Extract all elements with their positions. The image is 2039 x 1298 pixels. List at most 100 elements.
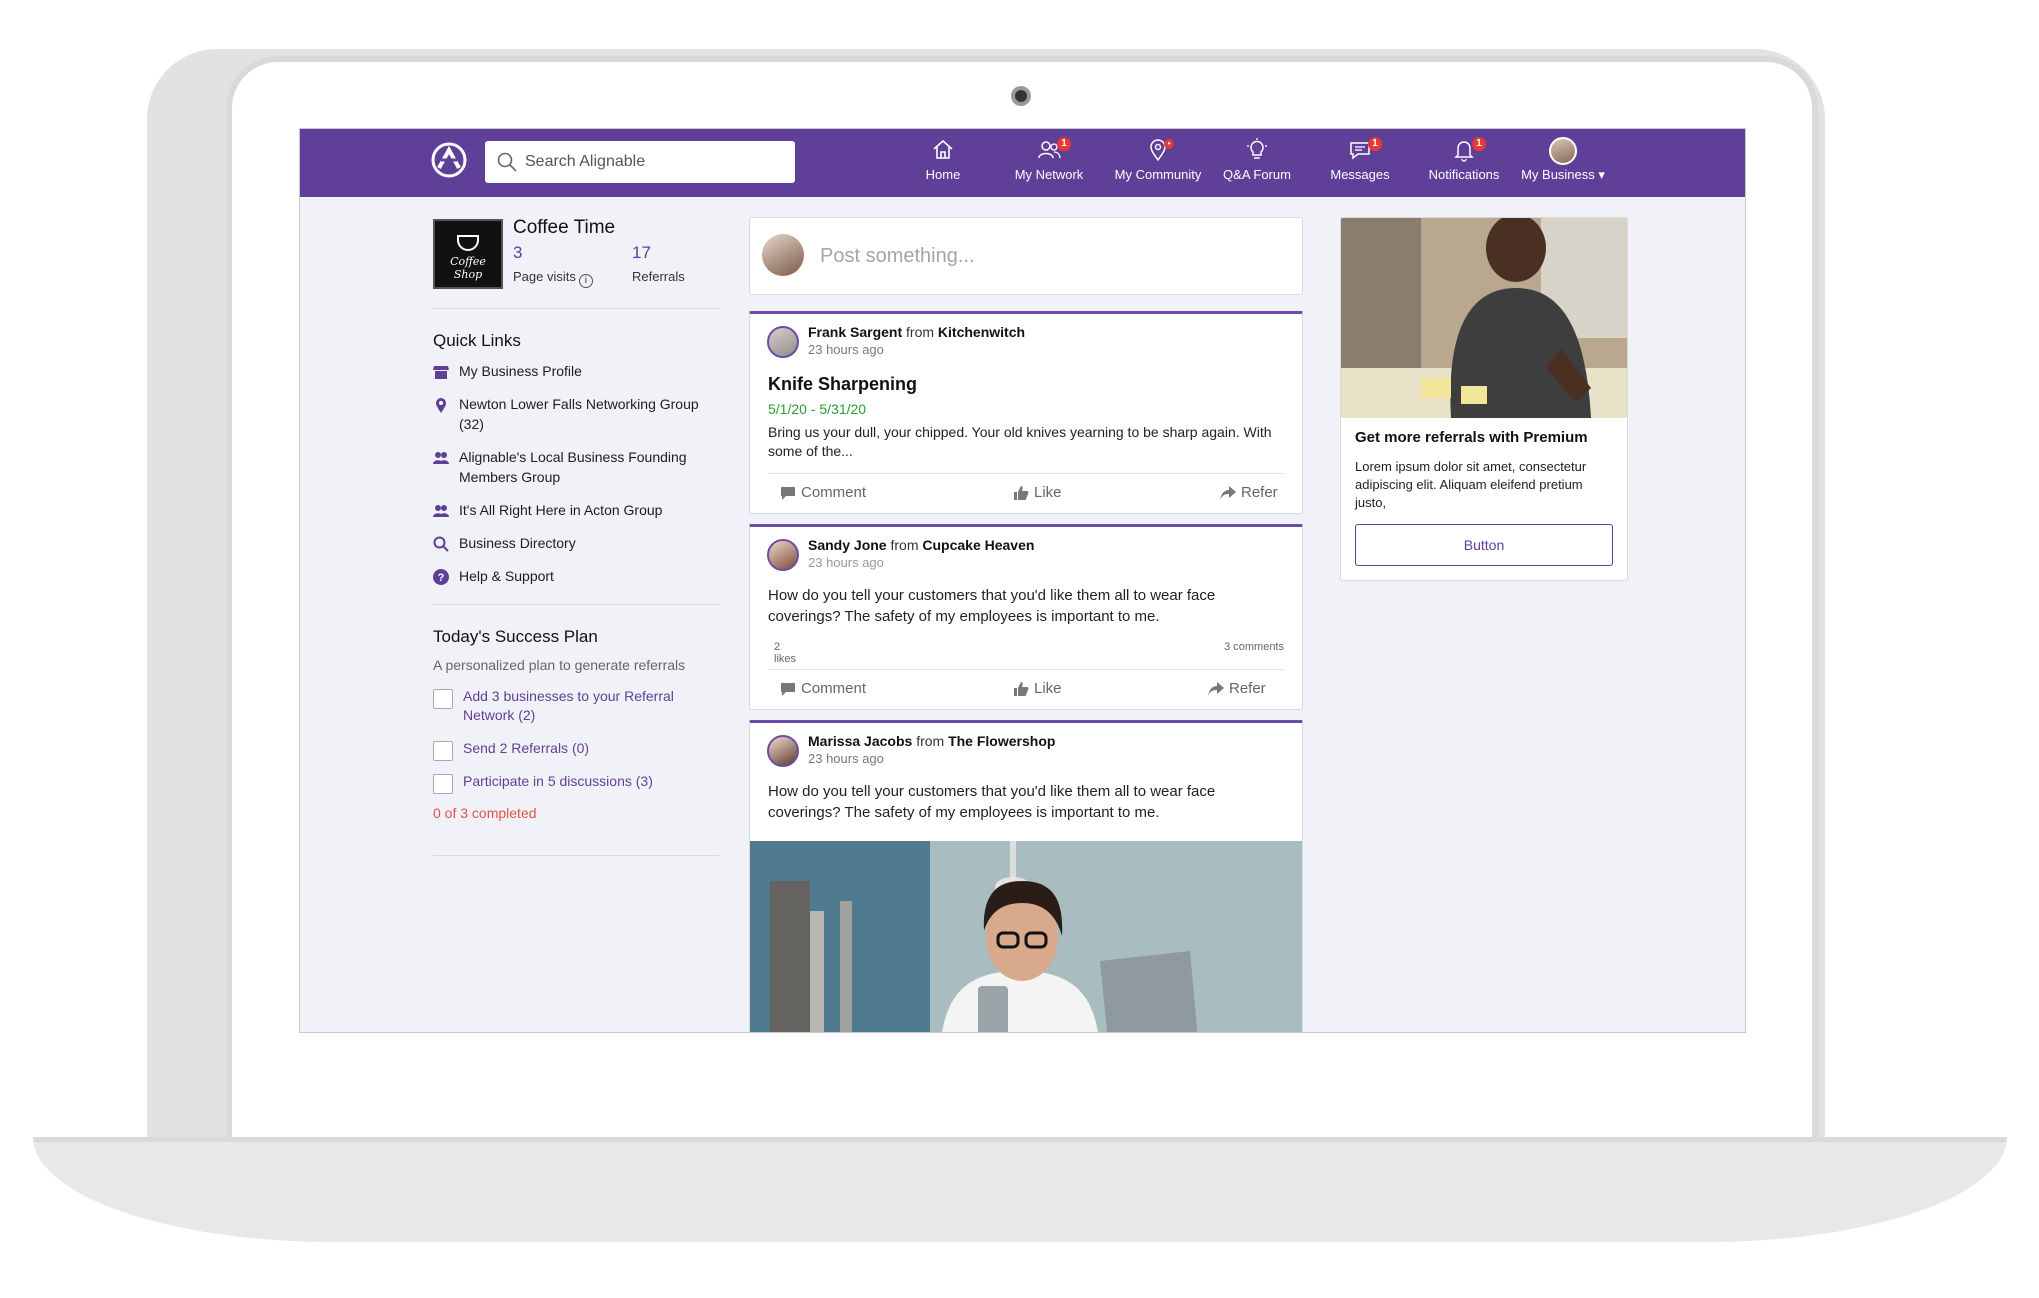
feed-post: Frank Sargent from Kitchenwitch 23 hours… [749,311,1303,514]
likes-count[interactable]: 2 [774,641,780,653]
comment-icon [781,682,795,696]
refer-button[interactable]: Refer [1208,680,1266,697]
top-navigation-bar: Home 1 My Network • My Community Q&A For… [300,129,1745,197]
author-avatar[interactable] [767,539,799,571]
author-business[interactable]: Cupcake Heaven [922,537,1034,553]
post-timestamp: 23 hours ago [808,555,884,570]
comment-button[interactable]: Comment [780,680,866,697]
page-visits-count[interactable]: 3 [513,243,522,263]
feed-post: Marissa Jacobs from The Flowershop 23 ho… [749,720,1303,1032]
author-name[interactable]: Frank Sargent [808,324,902,340]
laptop-base [33,1137,2007,1242]
post-body: How do you tell your customers that you'… [768,783,1216,821]
author-avatar[interactable] [767,326,799,358]
nav-my-network-label: My Network [1014,167,1084,182]
task-checkbox[interactable] [433,774,453,794]
post-date-range: 5/1/20 - 5/31/20 [768,401,867,417]
business-logo[interactable]: Coffee Shop [433,219,503,289]
search-icon [433,536,449,552]
business-name[interactable]: Coffee Time [513,217,615,239]
author-business[interactable]: The Flowershop [948,733,1055,749]
photo-man-writing [1341,218,1627,418]
feed-post: Sandy Jone from Cupcake Heaven 23 hours … [749,524,1303,710]
nav-home-label: Home [925,167,961,182]
promo-photo [1341,218,1627,418]
plan-task-add-businesses[interactable]: Add 3 businesses to your Referral Networ… [433,687,719,725]
info-icon[interactable]: i [578,274,593,288]
success-plan-title: Today's Success Plan [433,627,598,646]
quick-links-list: My Business Profile Newton Lower Falls N… [433,361,719,586]
search-input[interactable] [525,141,785,183]
post-photo[interactable] [750,841,1302,1032]
group-icon [433,452,449,464]
post-author: Sandy Jone from Cupcake Heaven [808,537,1034,553]
referrals-count[interactable]: 17 [632,243,651,263]
help-icon: ? [433,569,449,585]
user-avatar [762,234,804,276]
nav-qa-forum[interactable]: Q&A Forum [1217,137,1297,193]
post-input[interactable] [820,232,1280,280]
nav-notifications[interactable]: 1 Notifications [1422,137,1506,193]
comment-button[interactable]: Comment [780,484,866,501]
from-label: from [890,537,919,553]
messages-badge: 1 [1368,137,1382,151]
author-business[interactable]: Kitchenwitch [938,324,1025,340]
post-actions: Comment Like Refer [768,669,1284,709]
community-badge: • [1164,139,1174,149]
refer-button[interactable]: Refer [1220,484,1278,501]
nav-messages[interactable]: 1 Messages [1325,137,1395,193]
comments-count[interactable]: 3 comments [1224,641,1284,653]
post-actions: Comment Like Refer [768,473,1284,513]
author-avatar[interactable] [767,735,799,767]
post-timestamp: 23 hours ago [808,342,884,357]
task-checkbox[interactable] [433,689,453,709]
premium-promo-card: Get more referrals with Premium Lorem ip… [1340,217,1628,581]
nav-qa-forum-label: Q&A Forum [1223,167,1291,182]
post-body: How do you tell your customers that you'… [768,587,1216,625]
nav-home[interactable]: Home [918,137,968,193]
left-sidebar: Coffee Shop Coffee Time 3 Page visits i 1… [433,217,719,856]
alignable-logo-icon[interactable] [431,142,467,178]
promo-cta-button[interactable]: Button [1355,524,1613,566]
plan-task-send-referrals[interactable]: Send 2 Referrals (0) [433,739,719,761]
quick-links-title: Quick Links [433,331,521,350]
author-name[interactable]: Sandy Jone [808,537,887,553]
group-icon [433,505,449,517]
like-button[interactable]: Like [1013,484,1062,501]
post-title[interactable]: Knife Sharpening [768,374,1284,395]
lightbulb-icon [1247,138,1267,159]
quick-link-business-directory[interactable]: Business Directory [433,533,719,553]
post-author: Frank Sargent from Kitchenwitch [808,324,1025,340]
post-body: Bring us your dull, your chipped. Your o… [768,424,1272,459]
quick-link-newton-group[interactable]: Newton Lower Falls Networking Group (32) [433,394,719,434]
nav-my-community[interactable]: • My Community [1108,137,1208,193]
nav-my-business[interactable]: My Business ▾ [1518,137,1608,193]
notifications-badge: 1 [1472,137,1486,151]
home-icon [933,139,953,159]
from-label: from [916,733,945,749]
webcam [1011,86,1031,106]
nav-my-business-label: My Business ▾ [1521,167,1605,182]
like-button[interactable]: Like [1013,680,1062,697]
plan-task-participate[interactable]: Participate in 5 discussions (3) [433,772,719,794]
quick-link-business-profile[interactable]: My Business Profile [433,361,719,381]
quick-link-help-support[interactable]: ? Help & Support [433,566,719,586]
nav-messages-label: Messages [1330,167,1390,182]
nav-my-network[interactable]: 1 My Network [1009,137,1089,193]
task-checkbox[interactable] [433,741,453,761]
post-header: Sandy Jone from Cupcake Heaven 23 hours … [750,527,1302,577]
photo-woman-with-phone [750,841,1302,1032]
thumbs-up-icon [1014,681,1029,696]
nav-my-community-label: My Community [1114,167,1202,182]
post-header: Marissa Jacobs from The Flowershop 23 ho… [750,723,1302,773]
location-pin-icon [436,398,446,413]
storefront-icon [433,366,449,379]
network-badge: 1 [1057,137,1071,151]
quick-link-acton-group[interactable]: It's All Right Here in Acton Group [433,500,719,520]
post-engagement-stats: 2 likes 3 comments [768,641,1284,669]
quick-link-founding-members[interactable]: Alignable's Local Business Founding Memb… [433,447,719,487]
post-author: Marissa Jacobs from The Flowershop [808,733,1055,749]
nav-notifications-label: Notifications [1428,167,1500,182]
author-name[interactable]: Marissa Jacobs [808,733,912,749]
business-card: Coffee Shop Coffee Time 3 Page visits i 1… [433,217,719,309]
